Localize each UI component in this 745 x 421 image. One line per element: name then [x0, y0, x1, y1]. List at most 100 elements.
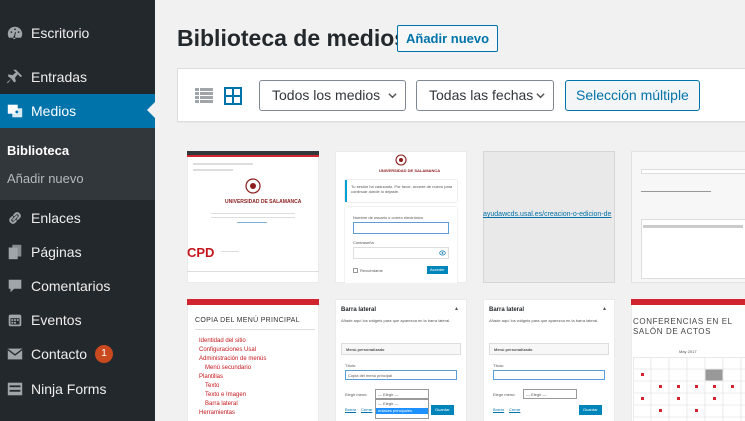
- widget-title: Menú personalizado: [494, 347, 533, 352]
- media-thumbnail[interactable]: Barra lateral ▴ Añade aquí los widgets p…: [335, 299, 467, 421]
- widget-area-desc: Añade aquí los widgets para que aparezca…: [341, 318, 451, 323]
- thumb-red-bar: [187, 299, 319, 305]
- sidebar-item-paginas[interactable]: Páginas: [0, 235, 155, 269]
- media-thumbnail[interactable]: COPIA DEL MENÚ PRINCIPAL Identidad del s…: [187, 299, 319, 421]
- sidebar-item-label: Páginas: [31, 244, 82, 260]
- pin-icon: [5, 67, 25, 87]
- session-notice-text: Tu sesión ha caducado. Por favor, accede…: [351, 184, 453, 194]
- save-button[interactable]: Guardar: [431, 405, 454, 415]
- media-thumbnail[interactable]: Barra lateral ▴ Añade aquí los widgets p…: [483, 299, 615, 421]
- comment-icon: [5, 276, 25, 296]
- university-name: UNIVERSIDAD DE SALAMANCA: [379, 168, 441, 173]
- delete-link[interactable]: Borrar: [493, 407, 504, 413]
- media-type-filter-value: Todos los medios: [272, 87, 381, 103]
- pages-icon: [5, 242, 25, 262]
- events-title: CONFERENCIAS EN EL SALÓN DE ACTOS: [633, 317, 733, 336]
- thumb-text-line: [641, 191, 711, 192]
- sidebar-item-enlaces[interactable]: Enlaces: [0, 201, 155, 235]
- list-view-icon[interactable]: [195, 87, 213, 105]
- menu-item: Herramientas: [199, 410, 236, 416]
- page-title: Biblioteca de medios: [177, 25, 408, 51]
- bulk-select-button[interactable]: Selección múltiple: [565, 80, 700, 111]
- grid-view-icon[interactable]: [224, 87, 242, 105]
- media-thumbnail[interactable]: UNIVERSIDAD DE SALAMANCA CPD: [187, 151, 319, 283]
- thumb-red-bar: [631, 299, 745, 305]
- menu-label: Elegir menú:: [345, 392, 368, 397]
- eye-icon[interactable]: [439, 250, 446, 256]
- submenu-item-biblioteca[interactable]: Biblioteca: [7, 143, 69, 158]
- password-input[interactable]: [353, 247, 449, 259]
- dashboard-icon: [5, 23, 25, 43]
- menu-select[interactable]: — Elegir —: [523, 389, 577, 399]
- widget-header[interactable]: Menú personalizado: [489, 343, 609, 355]
- sidebar-item-escritorio[interactable]: Escritorio: [0, 16, 155, 50]
- university-seal-icon: [395, 154, 407, 166]
- thumb-text-line: [193, 169, 233, 171]
- title-input[interactable]: Copia del menú principal: [345, 370, 457, 380]
- sidebar-item-ninja-forms[interactable]: Ninja Forms: [0, 372, 155, 406]
- sidebar-item-comentarios[interactable]: Comentarios: [0, 269, 155, 303]
- sidebar-item-label: Comentarios: [31, 278, 111, 294]
- menu-option[interactable]: — Elegir —: [378, 401, 398, 407]
- sidebar-item-medios[interactable]: Medios: [0, 94, 155, 128]
- chevron-down-icon: [536, 93, 545, 99]
- menu-dropdown: — Elegir — enlaces principales: [375, 399, 429, 419]
- thumb-text-line: [211, 217, 295, 218]
- title-label: Título:: [345, 363, 357, 368]
- media-thumbnail[interactable]: [631, 151, 745, 283]
- title-input[interactable]: [493, 370, 605, 380]
- collapse-icon[interactable]: ▴: [603, 306, 606, 312]
- password-label: Contraseña: [353, 240, 374, 245]
- cpd-logo: CPD: [187, 245, 215, 260]
- login-form: Nombre de usuario o correo electrónico C…: [345, 207, 457, 283]
- media-type-filter[interactable]: Todos los medios: [259, 80, 406, 111]
- collapse-icon[interactable]: ▴: [455, 306, 458, 312]
- thumb-editor: [641, 219, 745, 279]
- menu-item: Administración de menús: [199, 356, 267, 362]
- media-icon: [5, 101, 25, 121]
- menu-select-value: — Elegir —: [378, 392, 399, 397]
- username-input[interactable]: [353, 222, 449, 234]
- link-icon: [5, 208, 25, 228]
- sidebar-item-label: Eventos: [31, 312, 82, 328]
- sidebar-item-entradas[interactable]: Entradas: [0, 60, 155, 94]
- menu-option[interactable]: enlaces principales: [376, 408, 428, 414]
- menu-select-value: — Elegir —: [526, 392, 547, 397]
- thumb-divider: [195, 329, 315, 330]
- calendar-grid: [633, 357, 745, 421]
- thumb-text-line: [221, 251, 239, 252]
- title-input-value: Copia del menú principal: [348, 373, 393, 378]
- menu-item: Texto e Imagen: [205, 392, 247, 398]
- sidebar-item-label: Ninja Forms: [31, 381, 107, 397]
- close-link[interactable]: Cerrar: [361, 407, 372, 413]
- login-button[interactable]: Acceder: [427, 266, 448, 274]
- calendar-icon: [5, 310, 25, 330]
- thumb-link-line: [237, 222, 267, 223]
- remember-checkbox[interactable]: [353, 268, 358, 273]
- username-label: Nombre de usuario o correo electrónico: [353, 215, 424, 220]
- media-thumbnail[interactable]: CONFERENCIAS EN EL SALÓN DE ACTOS May 20…: [631, 299, 745, 421]
- save-button[interactable]: Guardar: [579, 405, 602, 415]
- media-thumbnail[interactable]: UNIVERSIDAD DE SALAMANCA Tu sesión ha ca…: [335, 151, 467, 283]
- university-name: UNIVERSIDAD DE SALAMANCA: [225, 199, 302, 205]
- menu-select[interactable]: — Elegir —: [375, 389, 429, 399]
- delete-link[interactable]: Borrar: [345, 407, 356, 413]
- widget-header[interactable]: Menú personalizado: [341, 343, 461, 355]
- sidebar-item-eventos[interactable]: Eventos: [0, 303, 155, 337]
- date-filter[interactable]: Todas las fechas: [416, 80, 554, 111]
- add-new-button[interactable]: Añadir nuevo: [397, 25, 499, 52]
- close-link[interactable]: Cerrar: [509, 407, 520, 413]
- sidebar-item-contacto[interactable]: Contacto 1: [0, 337, 155, 371]
- thumb-text-line: [193, 163, 253, 165]
- notification-badge: 1: [95, 345, 114, 363]
- remember-label: Recuérdame: [360, 268, 383, 273]
- thumb-field: [641, 169, 745, 174]
- menu-label: Elegir menú:: [493, 392, 516, 397]
- widget-area-desc: Añade aquí los widgets para que aparezca…: [489, 318, 599, 323]
- submenu-item-anadir-nuevo[interactable]: Añadir nuevo: [7, 171, 84, 186]
- thumb-text-line: [211, 213, 295, 214]
- forms-icon: [5, 379, 25, 399]
- media-thumbnail[interactable]: ayudawcds.usal.es/creacion-o-edicion-de: [483, 151, 615, 283]
- menu-item: Texto: [205, 383, 220, 389]
- chevron-down-icon: [388, 93, 397, 99]
